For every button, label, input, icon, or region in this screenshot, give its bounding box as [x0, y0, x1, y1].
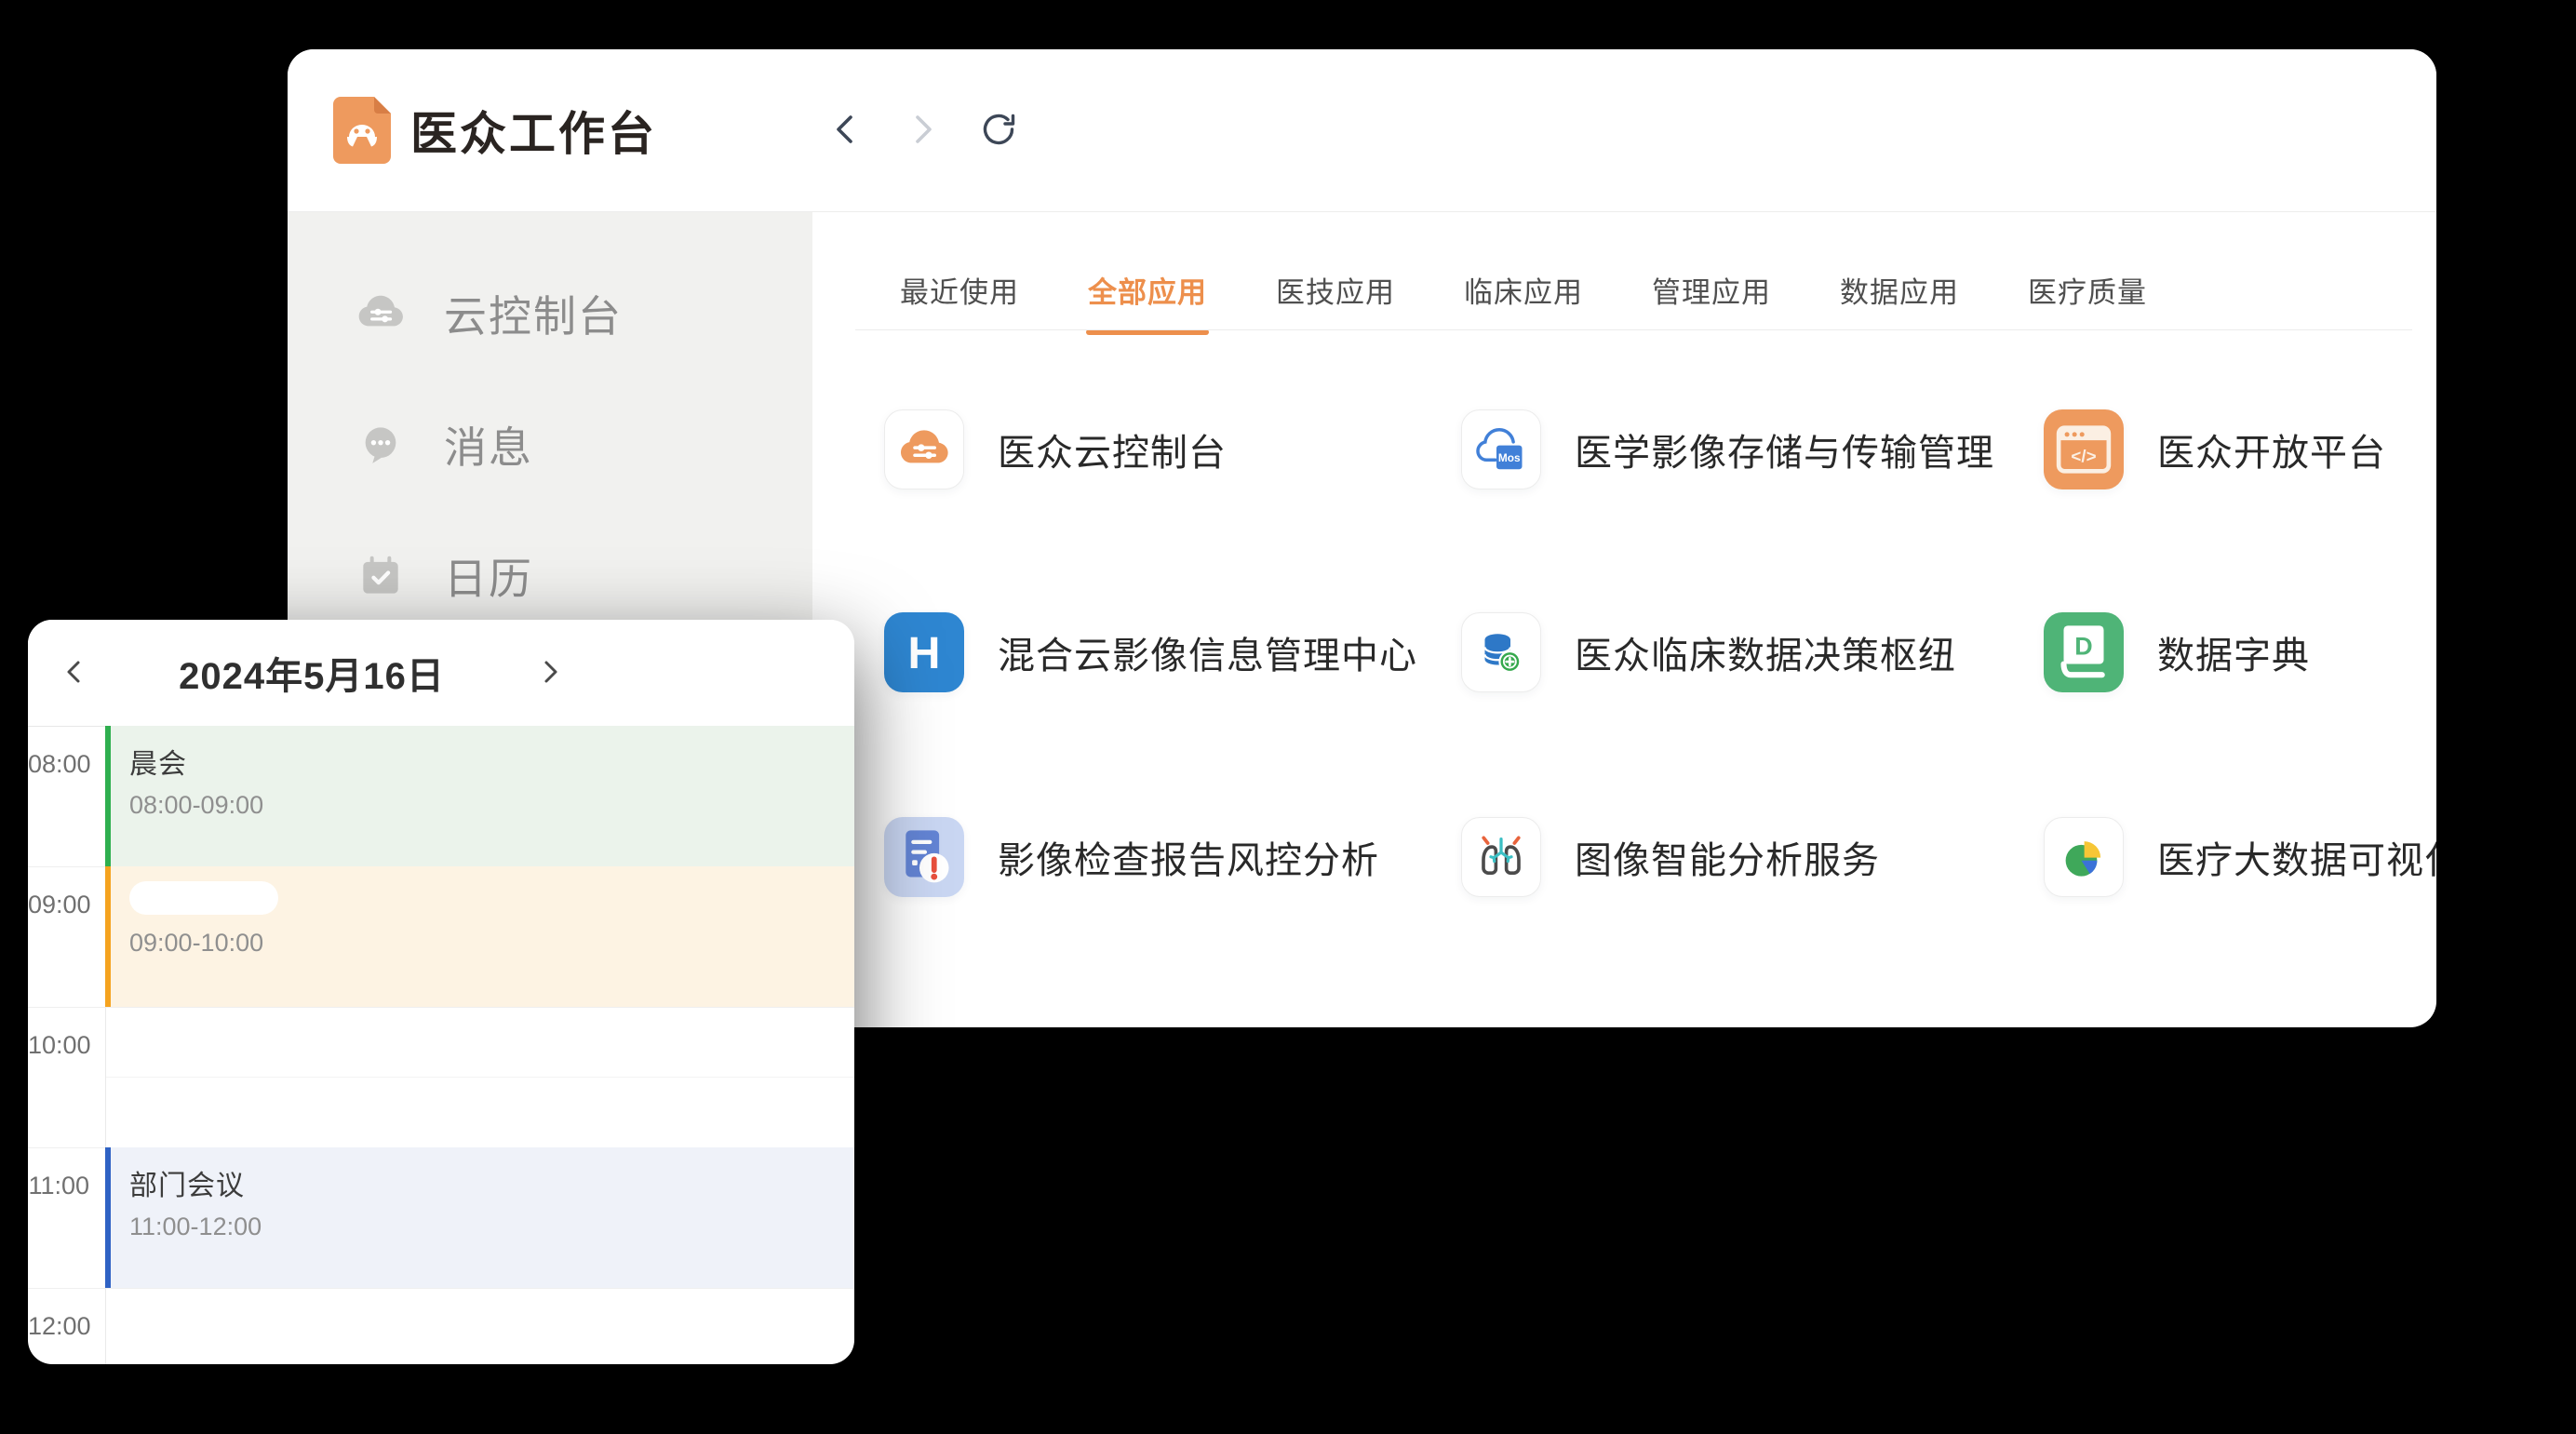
tab-管理应用[interactable]: 管理应用	[1652, 273, 1771, 314]
redacted-event-title	[129, 881, 278, 915]
app-item-label: 医疗大数据可视化	[2157, 830, 2436, 884]
calendar-prev-button[interactable]	[57, 655, 92, 690]
calendar-header: 2024年5月16日	[28, 620, 854, 726]
event-time: 09:00-10:00	[129, 929, 854, 958]
hybrid-cloud-h-icon: H	[884, 612, 964, 692]
chevron-right-icon	[532, 654, 568, 692]
calendar-event-晨会[interactable]: 晨会 08:00-09:00	[105, 726, 854, 866]
sidebar-item-日历[interactable]: 日历	[288, 534, 812, 618]
data-dictionary-icon: D	[2044, 612, 2124, 692]
icon-badge-text: Mos	[1498, 451, 1521, 464]
report-risk-icon	[884, 817, 964, 897]
tab-bar-divider	[855, 329, 2412, 330]
chevron-left-icon	[825, 109, 866, 153]
tab-bar: 最近使用 全部应用 医技应用 临床应用 管理应用 数据应用 医疗质量	[900, 273, 2147, 314]
event-title: 部门会议	[129, 1162, 854, 1203]
calendar-next-button[interactable]	[532, 655, 568, 690]
refresh-icon	[978, 109, 1019, 153]
app-item-医众云控制台[interactable]: 医众云控制台	[884, 409, 1227, 489]
calendar-event-部门会议[interactable]: 部门会议 11:00-12:00	[105, 1147, 854, 1288]
chevron-left-icon	[57, 654, 92, 692]
cloud-settings-icon	[355, 288, 407, 340]
app-item-数据字典[interactable]: D 数据字典	[2044, 612, 2310, 692]
back-button[interactable]	[824, 108, 868, 153]
tab-数据应用[interactable]: 数据应用	[1840, 273, 1959, 314]
mos-cloud-icon: Mos	[1461, 409, 1541, 489]
page-title: 医众工作台	[410, 49, 657, 211]
window-header: 医众工作台	[288, 49, 2436, 212]
sidebar-item-label: 日历	[444, 545, 533, 607]
app-item-label: 数据字典	[2157, 625, 2310, 679]
sidebar-item-label: 云控制台	[444, 283, 623, 344]
event-title: 晨会	[129, 741, 854, 782]
half-hour-gridline	[106, 1077, 854, 1078]
tab-临床应用[interactable]: 临床应用	[1464, 273, 1583, 314]
pie-chart-icon	[2044, 817, 2124, 897]
calendar-check-icon	[355, 550, 407, 602]
icon-letter-text: H	[908, 628, 941, 678]
time-label: 08:00	[28, 750, 89, 779]
app-item-混合云影像信息管理中心[interactable]: H 混合云影像信息管理中心	[884, 612, 1417, 692]
app-item-label: 医众云控制台	[998, 422, 1227, 476]
tab-全部应用[interactable]: 全部应用	[1088, 273, 1207, 314]
chat-bubble-icon	[355, 419, 407, 471]
app-item-医疗大数据可视化[interactable]: 医疗大数据可视化	[2044, 817, 2436, 897]
tab-最近使用[interactable]: 最近使用	[900, 273, 1019, 314]
app-item-医众开放平台[interactable]: </> 医众开放平台	[2044, 409, 2386, 489]
window-nav	[824, 49, 1021, 211]
app-item-图像智能分析服务[interactable]: 图像智能分析服务	[1461, 817, 1880, 897]
app-item-label: 医众开放平台	[2157, 422, 2386, 476]
app-item-label: 医学影像存储与传输管理	[1575, 422, 1994, 476]
calendar-event-untitled[interactable]: 09:00-10:00	[105, 866, 854, 1007]
refresh-button[interactable]	[976, 108, 1021, 153]
hour-gridline	[28, 1288, 854, 1289]
lungs-ai-icon	[1461, 817, 1541, 897]
calendar-date-title: 2024年5月16日	[126, 620, 498, 726]
chevron-right-icon	[902, 109, 943, 153]
event-time: 11:00-12:00	[129, 1213, 854, 1241]
time-label: 09:00	[28, 891, 89, 919]
app-item-医学影像存储与传输管理[interactable]: Mos 医学影像存储与传输管理	[1461, 409, 1994, 489]
app-item-影像检查报告风控分析[interactable]: 影像检查报告风控分析	[884, 817, 1379, 897]
sidebar-item-消息[interactable]: 消息	[288, 403, 812, 487]
time-label: 12:00	[28, 1312, 89, 1341]
mascot-document-icon	[333, 97, 391, 164]
hour-gridline	[28, 1007, 854, 1008]
desktop-background: 医众工作台	[0, 0, 2576, 1434]
tab-医疗质量[interactable]: 医疗质量	[2028, 273, 2147, 314]
sidebar-item-云控制台[interactable]: 云控制台	[288, 272, 812, 355]
time-label: 10:00	[28, 1031, 89, 1060]
app-item-label: 混合云影像信息管理中心	[998, 625, 1417, 679]
sidebar-item-label: 消息	[444, 414, 533, 476]
app-item-医众临床数据决策枢纽[interactable]: 医众临床数据决策枢纽	[1461, 612, 1956, 692]
icon-code-text: </>	[2071, 446, 2096, 465]
calendar-popup: 2024年5月16日 08:00 09:00 10:00 11:00 12:00 晨会 08…	[28, 620, 854, 1364]
app-item-label: 影像检查报告风控分析	[998, 830, 1379, 884]
open-platform-icon: </>	[2044, 409, 2124, 489]
cloud-console-icon	[884, 409, 964, 489]
app-item-label: 医众临床数据决策枢纽	[1575, 625, 1956, 679]
tab-医技应用[interactable]: 医技应用	[1276, 273, 1395, 314]
event-time: 08:00-09:00	[129, 791, 854, 820]
forward-button[interactable]	[900, 108, 945, 153]
app-item-label: 图像智能分析服务	[1575, 830, 1880, 884]
icon-letter-text: D	[2074, 633, 2092, 661]
time-label: 11:00	[28, 1172, 89, 1200]
clinical-data-hub-icon	[1461, 612, 1541, 692]
